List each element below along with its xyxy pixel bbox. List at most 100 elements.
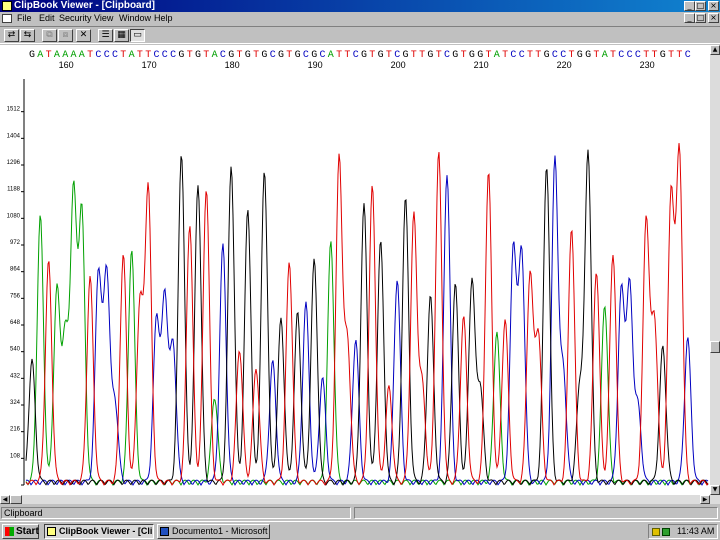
base-C: C <box>618 50 624 61</box>
position-label: 180 <box>225 60 240 70</box>
base-C: C <box>270 50 276 61</box>
horizontal-scroll-thumb[interactable] <box>10 495 22 504</box>
taskbar-item-label: Documento1 - Microsoft W... <box>172 526 269 536</box>
stop-sharing-button[interactable]: ⧈ <box>58 29 73 42</box>
doc-close-button[interactable]: × <box>708 13 719 23</box>
disconnect-icon: ⇆ <box>23 30 32 40</box>
base-G: G <box>585 50 591 61</box>
connect-button[interactable]: ⇄ <box>4 29 19 42</box>
menu-help[interactable]: Help <box>154 12 173 25</box>
base-G: G <box>29 50 35 61</box>
base-T: T <box>411 50 417 61</box>
taskbar-item-word[interactable]: Documento1 - Microsoft W... <box>157 524 270 539</box>
base-T: T <box>286 50 292 61</box>
base-G: G <box>452 50 458 61</box>
base-C: C <box>112 50 118 61</box>
base-C: C <box>104 50 110 61</box>
base-T: T <box>436 50 442 61</box>
y-tick-label: 1188 <box>7 187 21 193</box>
maximize-button[interactable]: □ <box>695 1 706 11</box>
position-labels: 160 170 180 190 200 210 220 230 <box>59 60 655 70</box>
base-C: C <box>510 50 516 61</box>
position-label: 160 <box>59 60 74 70</box>
base-G: G <box>278 50 284 61</box>
system-tray: 11:43 AM <box>648 524 718 539</box>
title-bar: ClipBook Viewer - [Clipboard] _ □ × <box>0 0 720 12</box>
base-G: G <box>245 50 251 61</box>
delete-button[interactable]: ✕ <box>76 29 91 42</box>
thumbnails-icon: ▦ <box>117 30 126 40</box>
base-A: A <box>328 50 334 61</box>
status-bar: Clipboard <box>0 506 720 520</box>
base-G: G <box>427 50 433 61</box>
base-A: A <box>129 50 135 61</box>
minimize-button[interactable]: _ <box>684 1 695 11</box>
base-T: T <box>369 50 375 61</box>
document-system-menu-icon[interactable] <box>2 14 12 23</box>
base-T: T <box>120 50 126 61</box>
y-tick-label: 324 <box>10 400 21 406</box>
base-A: A <box>602 50 608 61</box>
position-label: 230 <box>640 60 655 70</box>
menu-window[interactable]: Window <box>119 12 151 25</box>
base-T: T <box>502 50 508 61</box>
close-button[interactable]: × <box>708 1 719 11</box>
base-A: A <box>212 50 218 61</box>
y-tick-label: 756 <box>10 293 21 299</box>
scroll-down-icon[interactable]: ▼ <box>710 485 720 495</box>
stop-sharing-icon: ⧈ <box>62 30 69 40</box>
scroll-left-icon[interactable]: ◀ <box>0 495 10 504</box>
base-C: C <box>444 50 450 61</box>
full-page-icon: ▭ <box>133 30 142 40</box>
table-of-contents-icon: ☰ <box>101 30 110 40</box>
base-C: C <box>162 50 168 61</box>
position-label: 190 <box>308 60 323 70</box>
horizontal-scrollbar[interactable]: ◀ ▶ <box>0 495 720 504</box>
menu-security[interactable]: Security <box>59 12 92 25</box>
base-sequence: GATAAAATCCCTATTCCCGTGTACGTGTGCGTGCGCATTC… <box>29 50 691 61</box>
taskbar-item-clipbook[interactable]: ClipBook Viewer - [Cli... <box>44 524 154 539</box>
tray-icon-1[interactable] <box>652 528 660 536</box>
vertical-scroll-thumb[interactable] <box>710 341 720 353</box>
scroll-right-icon[interactable]: ▶ <box>700 495 710 504</box>
base-C: C <box>170 50 176 61</box>
scroll-up-icon[interactable]: ▲ <box>710 45 720 55</box>
base-T: T <box>593 50 599 61</box>
start-button[interactable]: Start <box>2 524 39 539</box>
y-tick-label: 540 <box>10 347 21 353</box>
base-T: T <box>46 50 52 61</box>
share-button[interactable]: ⧉ <box>42 29 57 42</box>
tray-icon-2[interactable] <box>662 528 670 536</box>
y-tick-label: 1404 <box>7 133 21 139</box>
doc-minimize-button[interactable]: _ <box>684 13 695 23</box>
taskbar: Start ClipBook Viewer - [Cli... Document… <box>0 521 720 540</box>
connect-icon: ⇄ <box>7 30 16 40</box>
full-page-button[interactable]: ▭ <box>130 29 145 42</box>
share-icon: ⧉ <box>46 30 53 40</box>
position-label: 220 <box>557 60 572 70</box>
clipbook-icon <box>47 527 56 536</box>
y-tick-label: 216 <box>10 427 21 433</box>
disconnect-button[interactable]: ⇆ <box>20 29 35 42</box>
base-G: G <box>544 50 550 61</box>
y-tick-label: 648 <box>10 320 21 326</box>
vertical-scrollbar[interactable]: ▲ ▼ <box>710 45 720 495</box>
base-G: G <box>660 50 666 61</box>
menu-file[interactable]: File <box>17 12 32 25</box>
thumbnails-button[interactable]: ▦ <box>114 29 129 42</box>
position-label: 200 <box>391 60 406 70</box>
status-text: Clipboard <box>1 507 351 519</box>
clipbook-app-icon[interactable] <box>2 1 12 11</box>
menu-view[interactable]: View <box>94 12 113 25</box>
windows-logo-icon <box>5 527 14 536</box>
base-G: G <box>261 50 267 61</box>
table-of-contents-button[interactable]: ☰ <box>98 29 113 42</box>
menu-edit[interactable]: Edit <box>39 12 55 25</box>
doc-restore-button[interactable]: □ <box>695 13 706 23</box>
base-G: G <box>378 50 384 61</box>
y-axis: 108 216 324 432 540 648 756 864 972 1080 1188 1296 1… <box>7 79 25 486</box>
clipboard-content: GATAAAATCCCTATTCCCGTGTACGTGTGCGTGCGCATTC… <box>0 45 710 495</box>
y-tick-label: 432 <box>10 373 21 379</box>
y-tick-label: 1296 <box>7 160 21 166</box>
base-T: T <box>527 50 533 61</box>
